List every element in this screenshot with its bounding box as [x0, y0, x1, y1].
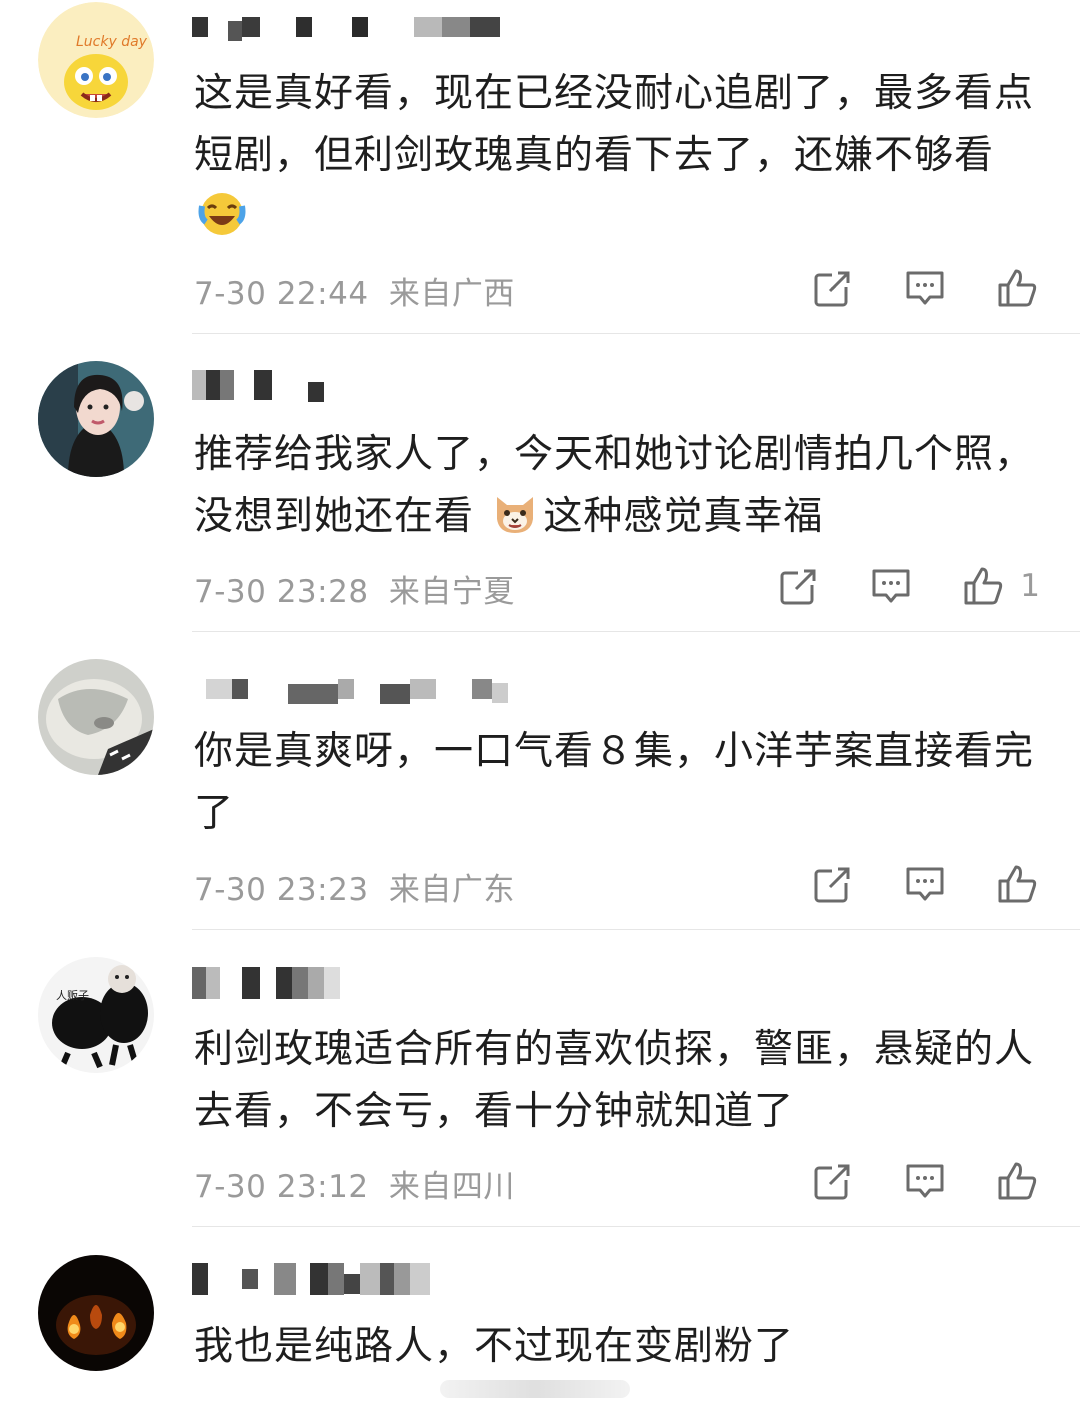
comment-location: 来自宁夏	[388, 574, 515, 610]
comment-icon[interactable]	[902, 1158, 948, 1204]
username-blurred[interactable]	[192, 10, 500, 44]
comment-location: 来自四川	[388, 1169, 515, 1205]
comment-location: 来自广东	[388, 872, 515, 908]
comment-date: 7-30 23:23	[194, 872, 369, 908]
avatar[interactable]	[38, 659, 154, 775]
scroll-indicator[interactable]	[440, 1380, 630, 1398]
avatar[interactable]: Lucky day	[38, 2, 154, 118]
cat-face-emoji-icon	[491, 489, 539, 537]
repost-icon[interactable]	[776, 563, 822, 609]
divider	[192, 1226, 1080, 1227]
comment-text-main: 你是真爽呀，一口气看８集，小洋芋案直接看完了	[194, 729, 1035, 836]
repost-icon[interactable]	[810, 861, 856, 907]
comment-text: 这是真好看，现在已经没耐心追剧了，最多看点短剧，但利剑玫瑰真的看下去了，还嫌不够…	[194, 63, 1044, 249]
comment-meta: 7-30 22:44 来自广西	[194, 268, 515, 313]
comment-date: 7-30 23:28	[194, 574, 369, 610]
comment-date: 7-30 22:44	[194, 276, 369, 312]
comment-meta: 7-30 23:23 来自广东	[194, 864, 515, 909]
divider	[192, 333, 1080, 334]
comment-date: 7-30 23:12	[194, 1169, 369, 1205]
like-count: 1	[1020, 568, 1040, 604]
avatar[interactable]	[38, 361, 154, 477]
avatar-lucky-text: Lucky day	[76, 34, 148, 50]
repost-icon[interactable]	[810, 265, 856, 311]
comment-meta: 7-30 23:12 来自四川	[194, 1161, 515, 1206]
comment-text-main: 利剑玫瑰适合所有的喜欢侦探，警匪，悬疑的人去看，不会亏，看十分钟就知道了	[194, 1027, 1035, 1134]
comment-actions: 1	[730, 563, 1040, 609]
avatar-caption-text: 人贩子	[56, 989, 89, 1002]
comment-actions	[764, 265, 1040, 311]
comment-text: 利剑玫瑰适合所有的喜欢侦探，警匪，悬疑的人去看，不会亏，看十分钟就知道了	[194, 1019, 1044, 1143]
comment-icon[interactable]	[902, 861, 948, 907]
username-blurred[interactable]	[192, 672, 508, 706]
username-blurred[interactable]	[192, 966, 340, 1000]
comment-icon[interactable]	[868, 563, 914, 609]
thumbs-up-icon[interactable]	[994, 1158, 1040, 1204]
username-blurred[interactable]	[192, 368, 324, 402]
thumbs-up-icon[interactable]	[994, 265, 1040, 311]
comment-location: 来自广西	[388, 276, 515, 312]
repost-icon[interactable]	[810, 1158, 856, 1204]
comment-icon[interactable]	[902, 265, 948, 311]
thumbs-up-icon[interactable]	[994, 861, 1040, 907]
comment-text: 我也是纯路人，不过现在变剧粉了	[194, 1316, 1044, 1378]
divider	[192, 929, 1080, 930]
avatar[interactable]: 人贩子	[38, 957, 154, 1073]
comment-actions	[764, 861, 1040, 907]
comment-text-tail: 这种感觉真幸福	[543, 494, 824, 539]
comment-text: 你是真爽呀，一口气看８集，小洋芋案直接看完了	[194, 721, 1044, 845]
comment-meta: 7-30 23:28 来自宁夏	[194, 566, 515, 611]
comment-text-main: 这是真好看，现在已经没耐心追剧了，最多看点短剧，但利剑玫瑰真的看下去了，还嫌不够…	[194, 71, 1035, 178]
comment-text: 推荐给我家人了，今天和她讨论剧情拍几个照，没想到她还在看 这种感觉真幸福	[194, 424, 1044, 548]
comment-text-main: 我也是纯路人，不过现在变剧粉了	[194, 1324, 795, 1369]
divider	[192, 631, 1080, 632]
laughing-crying-emoji-icon	[198, 190, 246, 238]
thumbs-up-icon[interactable]	[960, 563, 1006, 609]
comment-actions	[764, 1158, 1040, 1204]
avatar[interactable]	[38, 1255, 154, 1371]
username-blurred[interactable]	[192, 1262, 430, 1296]
